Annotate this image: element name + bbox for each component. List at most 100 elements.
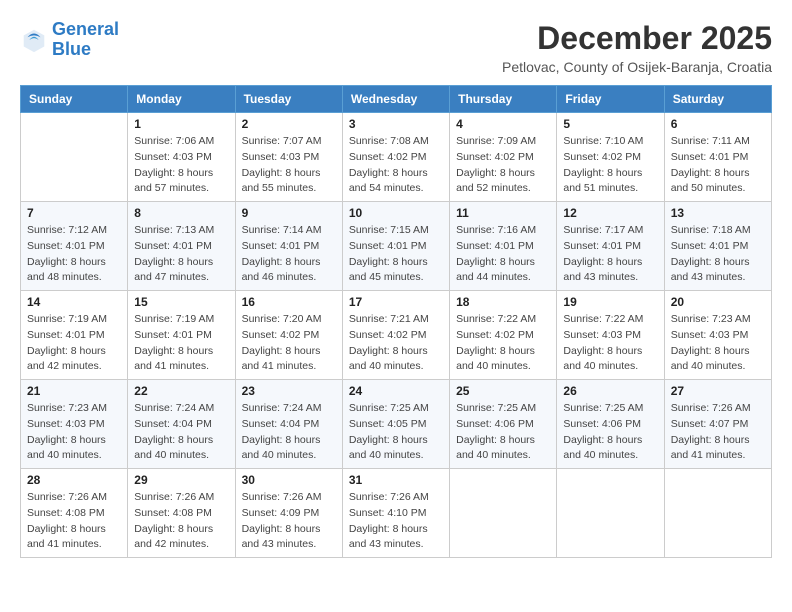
calendar-cell — [21, 113, 128, 202]
calendar-cell: 30Sunrise: 7:26 AMSunset: 4:09 PMDayligh… — [235, 469, 342, 558]
week-row-3: 14Sunrise: 7:19 AMSunset: 4:01 PMDayligh… — [21, 291, 772, 380]
day-info: Sunrise: 7:25 AMSunset: 4:06 PMDaylight:… — [456, 401, 550, 464]
day-number: 6 — [671, 117, 765, 131]
day-number: 19 — [563, 295, 657, 309]
calendar-cell: 11 Sunrise: 7:16 AMSunset: 4:01 PMDayligh… — [450, 202, 557, 291]
day-info: Sunrise: 7:09 AMSunset: 4:02 PMDaylight:… — [456, 134, 550, 197]
day-number: 4 — [456, 117, 550, 131]
calendar-cell: 15Sunrise: 7:19 AMSunset: 4:01 PMDayligh… — [128, 291, 235, 380]
calendar-cell: 3 Sunrise: 7:08 AMSunset: 4:02 PMDaylight… — [342, 113, 449, 202]
day-number: 23 — [242, 384, 336, 398]
week-row-4: 21Sunrise: 7:23 AMSunset: 4:03 PMDayligh… — [21, 380, 772, 469]
day-info: Sunrise: 7:08 AMSunset: 4:02 PMDaylight:… — [349, 134, 443, 197]
day-info: Sunrise: 7:24 AMSunset: 4:04 PMDaylight:… — [242, 401, 336, 464]
day-info: Sunrise: 7:13 AMSunset: 4:01 PMDaylight:… — [134, 223, 228, 286]
day-number: 12 — [563, 206, 657, 220]
header: General Blue December 2025 Petlovac, Cou… — [20, 20, 772, 75]
calendar-cell: 23 Sunrise: 7:24 AMSunset: 4:04 PMDayligh… — [235, 380, 342, 469]
header-sunday: Sunday — [21, 86, 128, 113]
day-info: Sunrise: 7:07 AMSunset: 4:03 PMDaylight:… — [242, 134, 336, 197]
calendar-cell: 29Sunrise: 7:26 AMSunset: 4:08 PMDayligh… — [128, 469, 235, 558]
calendar-cell: 9Sunrise: 7:14 AMSunset: 4:01 PMDaylight… — [235, 202, 342, 291]
day-number: 13 — [671, 206, 765, 220]
day-info: Sunrise: 7:26 AMSunset: 4:07 PMDaylight:… — [671, 401, 765, 464]
calendar-cell: 6Sunrise: 7:11 AMSunset: 4:01 PMDaylight… — [664, 113, 771, 202]
day-info: Sunrise: 7:15 AMSunset: 4:01 PMDaylight:… — [349, 223, 443, 286]
day-info: Sunrise: 7:06 AMSunset: 4:03 PMDaylight:… — [134, 134, 228, 197]
header-wednesday: Wednesday — [342, 86, 449, 113]
month-year-title: December 2025 — [502, 20, 772, 57]
day-number: 2 — [242, 117, 336, 131]
weekday-header-row: SundayMondayTuesdayWednesdayThursdayFrid… — [21, 86, 772, 113]
day-info: Sunrise: 7:24 AMSunset: 4:04 PMDaylight:… — [134, 401, 228, 464]
calendar-cell: 20Sunrise: 7:23 AMSunset: 4:03 PMDayligh… — [664, 291, 771, 380]
location-subtitle: Petlovac, County of Osijek-Baranja, Croa… — [502, 59, 772, 75]
day-number: 27 — [671, 384, 765, 398]
day-info: Sunrise: 7:20 AMSunset: 4:02 PMDaylight:… — [242, 312, 336, 375]
header-tuesday: Tuesday — [235, 86, 342, 113]
day-info: Sunrise: 7:25 AMSunset: 4:06 PMDaylight:… — [563, 401, 657, 464]
day-number: 11 — [456, 206, 550, 220]
calendar-cell: 21Sunrise: 7:23 AMSunset: 4:03 PMDayligh… — [21, 380, 128, 469]
week-row-2: 7Sunrise: 7:12 AMSunset: 4:01 PMDaylight… — [21, 202, 772, 291]
day-number: 3 — [349, 117, 443, 131]
day-number: 18 — [456, 295, 550, 309]
calendar-cell: 8 Sunrise: 7:13 AMSunset: 4:01 PMDaylight… — [128, 202, 235, 291]
calendar-cell — [664, 469, 771, 558]
day-number: 7 — [27, 206, 121, 220]
day-info: Sunrise: 7:19 AMSunset: 4:01 PMDaylight:… — [134, 312, 228, 375]
day-number: 28 — [27, 473, 121, 487]
day-number: 24 — [349, 384, 443, 398]
calendar-cell: 27 Sunrise: 7:26 AMSunset: 4:07 PMDayligh… — [664, 380, 771, 469]
calendar-cell: 10 Sunrise: 7:15 AMSunset: 4:01 PMDayligh… — [342, 202, 449, 291]
day-info: Sunrise: 7:18 AMSunset: 4:01 PMDaylight:… — [671, 223, 765, 286]
calendar-cell: 16 Sunrise: 7:20 AMSunset: 4:02 PMDayligh… — [235, 291, 342, 380]
calendar-cell: 17Sunrise: 7:21 AMSunset: 4:02 PMDayligh… — [342, 291, 449, 380]
logo-line1: General — [52, 19, 119, 39]
calendar-cell: 18 Sunrise: 7:22 AMSunset: 4:02 PMDayligh… — [450, 291, 557, 380]
logo: General Blue — [20, 20, 119, 60]
calendar-cell — [450, 469, 557, 558]
calendar-cell — [557, 469, 664, 558]
day-number: 5 — [563, 117, 657, 131]
calendar-cell: 26 Sunrise: 7:25 AMSunset: 4:06 PMDayligh… — [557, 380, 664, 469]
day-info: Sunrise: 7:23 AMSunset: 4:03 PMDaylight:… — [27, 401, 121, 464]
day-info: Sunrise: 7:23 AMSunset: 4:03 PMDaylight:… — [671, 312, 765, 375]
day-info: Sunrise: 7:16 AMSunset: 4:01 PMDaylight:… — [456, 223, 550, 286]
day-info: Sunrise: 7:19 AMSunset: 4:01 PMDaylight:… — [27, 312, 121, 375]
day-number: 22 — [134, 384, 228, 398]
week-row-5: 28 Sunrise: 7:26 AMSunset: 4:08 PMDayligh… — [21, 469, 772, 558]
day-info: Sunrise: 7:26 AMSunset: 4:09 PMDaylight:… — [242, 490, 336, 553]
week-row-1: 1 Sunrise: 7:06 AMSunset: 4:03 PMDaylight… — [21, 113, 772, 202]
calendar-table: SundayMondayTuesdayWednesdayThursdayFrid… — [20, 85, 772, 558]
logo-icon — [20, 26, 48, 54]
day-number: 26 — [563, 384, 657, 398]
day-info: Sunrise: 7:26 AMSunset: 4:08 PMDaylight:… — [134, 490, 228, 553]
day-number: 1 — [134, 117, 228, 131]
day-info: Sunrise: 7:17 AMSunset: 4:01 PMDaylight:… — [563, 223, 657, 286]
day-info: Sunrise: 7:14 AMSunset: 4:01 PMDaylight:… — [242, 223, 336, 286]
day-number: 31 — [349, 473, 443, 487]
day-number: 8 — [134, 206, 228, 220]
calendar-cell: 19 Sunrise: 7:22 AMSunset: 4:03 PMDayligh… — [557, 291, 664, 380]
header-saturday: Saturday — [664, 86, 771, 113]
header-monday: Monday — [128, 86, 235, 113]
day-number: 10 — [349, 206, 443, 220]
calendar-cell: 12 Sunrise: 7:17 AMSunset: 4:01 PMDayligh… — [557, 202, 664, 291]
day-number: 16 — [242, 295, 336, 309]
calendar-cell: 5Sunrise: 7:10 AMSunset: 4:02 PMDaylight… — [557, 113, 664, 202]
day-info: Sunrise: 7:22 AMSunset: 4:03 PMDaylight:… — [563, 312, 657, 375]
calendar-cell: 7Sunrise: 7:12 AMSunset: 4:01 PMDaylight… — [21, 202, 128, 291]
calendar-cell: 14Sunrise: 7:19 AMSunset: 4:01 PMDayligh… — [21, 291, 128, 380]
calendar-cell: 22 Sunrise: 7:24 AMSunset: 4:04 PMDayligh… — [128, 380, 235, 469]
calendar-cell: 28 Sunrise: 7:26 AMSunset: 4:08 PMDayligh… — [21, 469, 128, 558]
title-area: December 2025 Petlovac, County of Osijek… — [502, 20, 772, 75]
day-info: Sunrise: 7:26 AMSunset: 4:08 PMDaylight:… — [27, 490, 121, 553]
logo-line2: Blue — [52, 39, 91, 59]
header-friday: Friday — [557, 86, 664, 113]
day-number: 25 — [456, 384, 550, 398]
day-info: Sunrise: 7:22 AMSunset: 4:02 PMDaylight:… — [456, 312, 550, 375]
header-thursday: Thursday — [450, 86, 557, 113]
calendar-cell: 24Sunrise: 7:25 AMSunset: 4:05 PMDayligh… — [342, 380, 449, 469]
day-info: Sunrise: 7:26 AMSunset: 4:10 PMDaylight:… — [349, 490, 443, 553]
